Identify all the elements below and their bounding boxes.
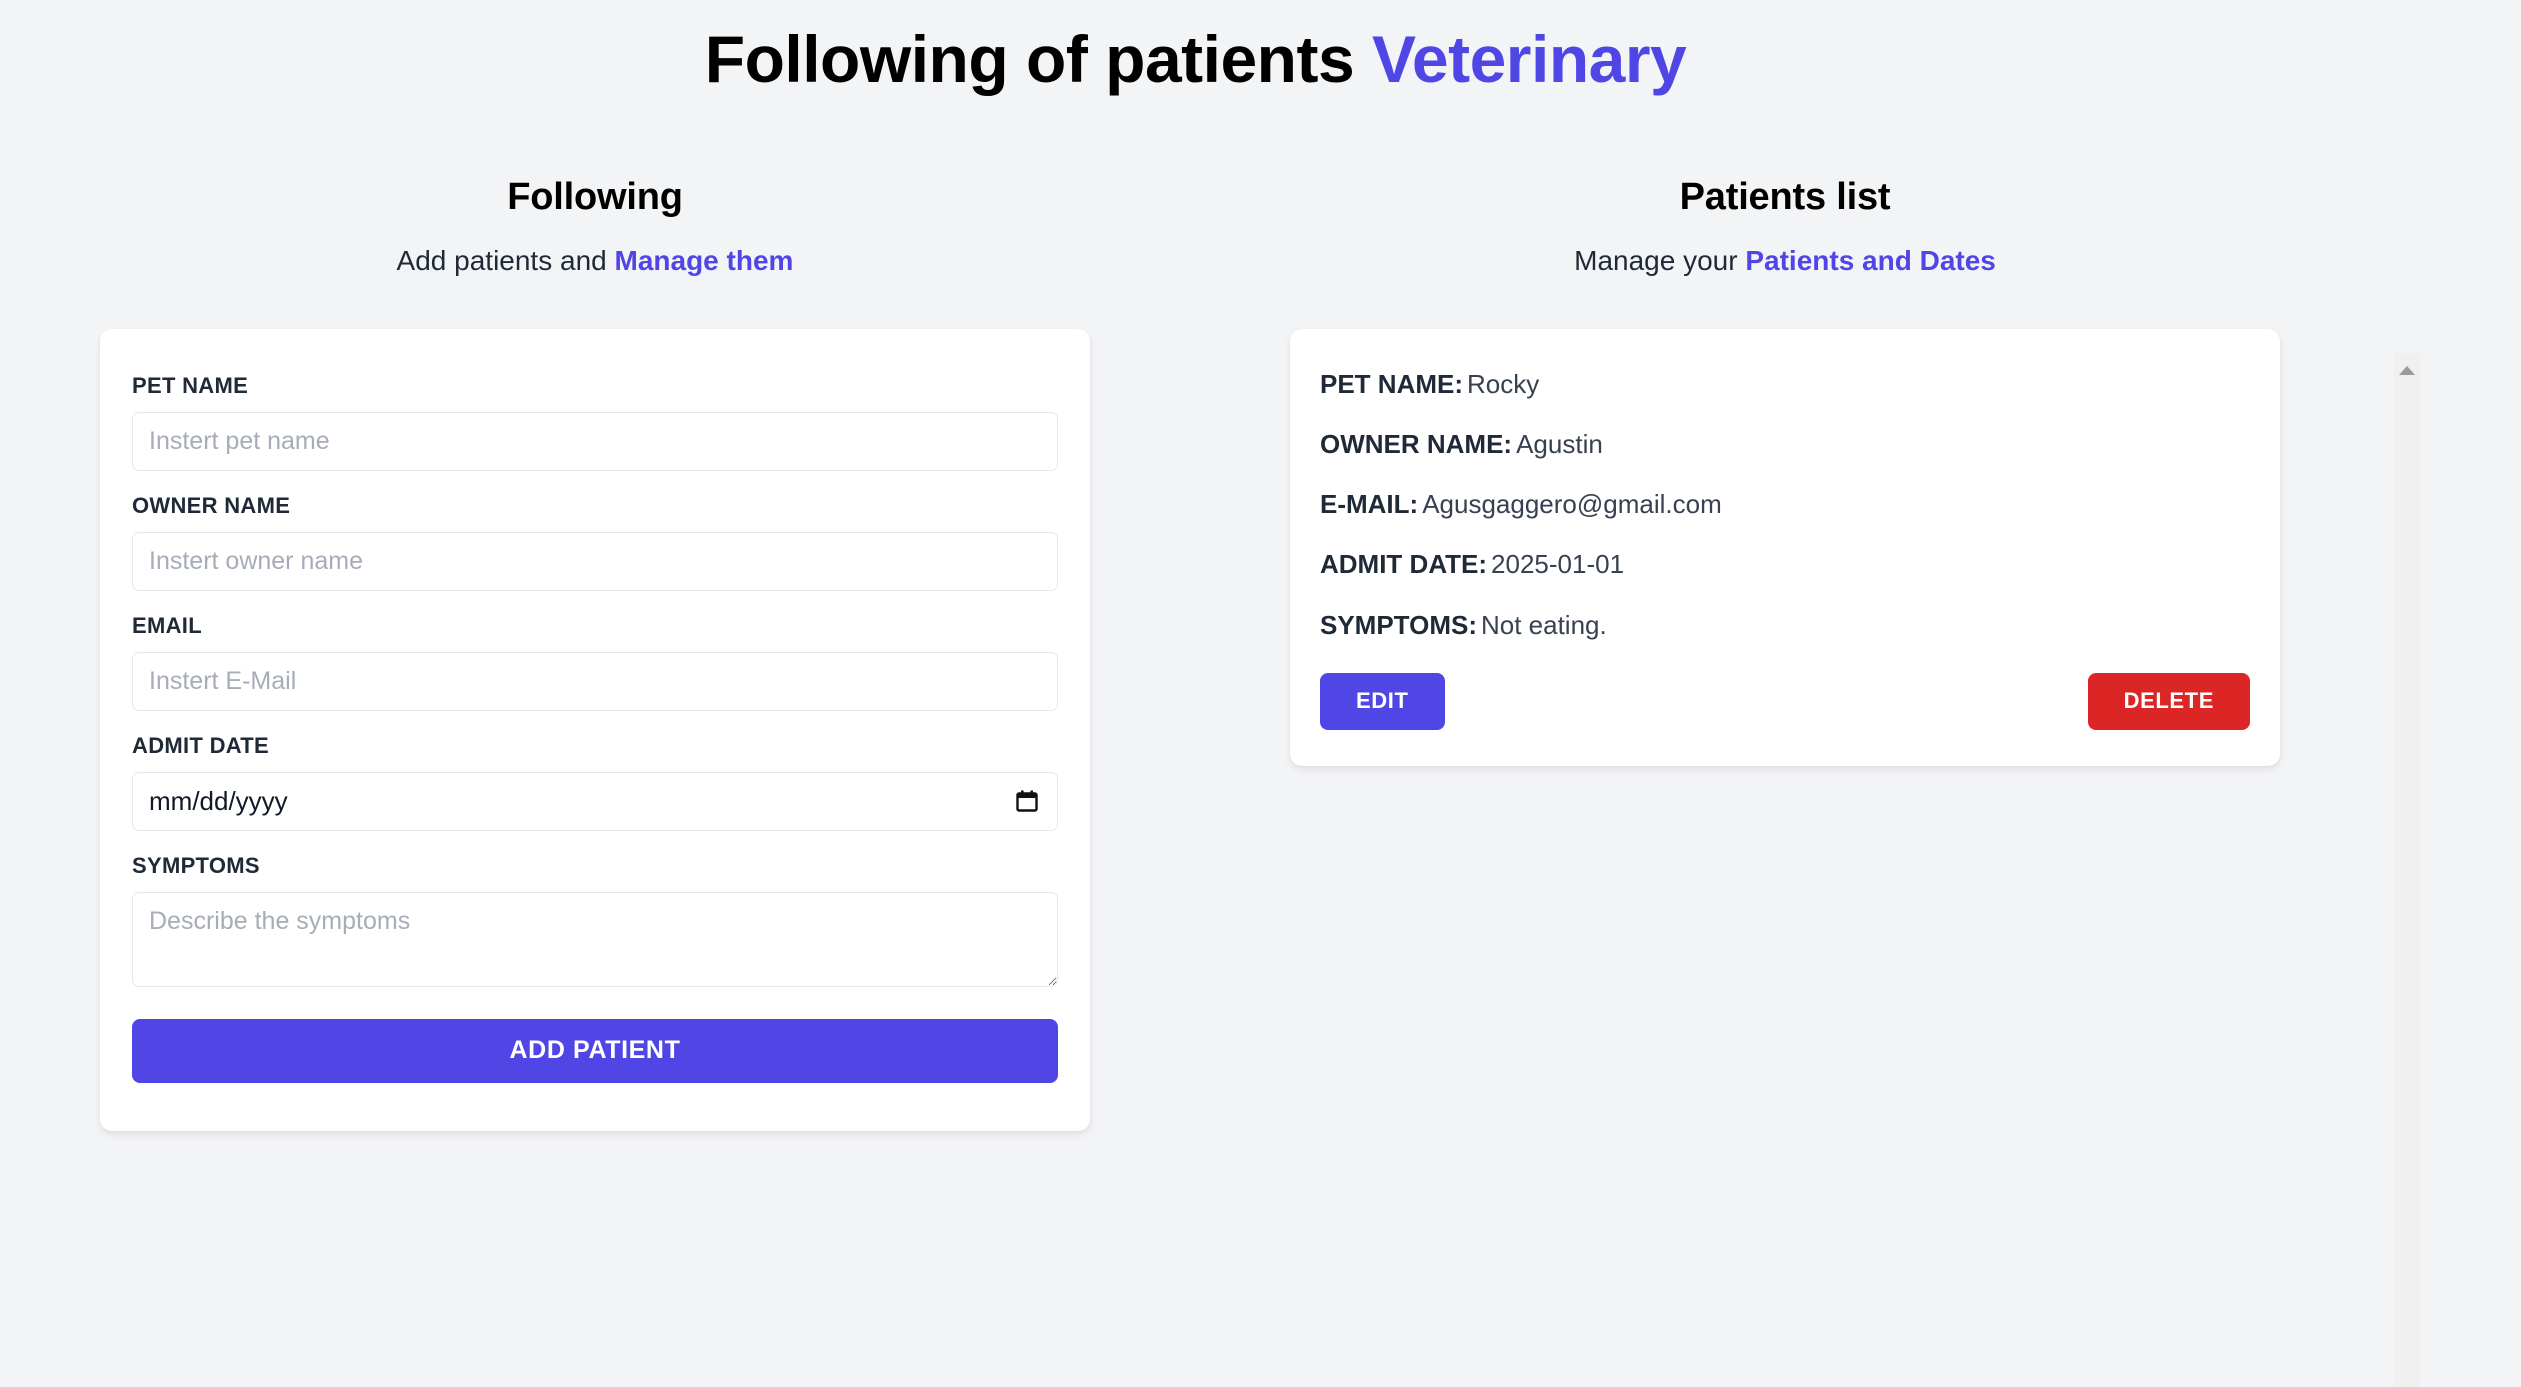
email-input[interactable] <box>132 651 1058 711</box>
email-label: EMAIL <box>132 612 202 638</box>
delete-patient-button[interactable]: DELETE <box>2087 672 2250 730</box>
owner-name-input[interactable] <box>132 531 1058 591</box>
patient-symptoms-row: SYMPTOMS: Not eating. <box>1320 610 2250 641</box>
following-subtitle: Add patients and Manage them <box>100 245 1090 277</box>
patient-admit-date-row: ADMIT DATE: 2025-01-01 <box>1320 549 2250 580</box>
add-patient-button[interactable]: ADD PATIENT <box>132 1018 1058 1083</box>
patient-owner-name-label: OWNER NAME: <box>1320 429 1513 460</box>
field-symptoms: SYMPTOMS <box>132 853 1058 987</box>
field-pet-name: PET NAME <box>132 373 1058 471</box>
admit-date-label: ADMIT DATE <box>132 732 270 758</box>
patients-list-column: Patients list Manage your Patients and D… <box>1190 176 2380 1131</box>
patient-symptoms-value: Not eating. <box>1480 609 1607 640</box>
patient-pet-name-row: PET NAME: Rocky <box>1320 369 2250 400</box>
patients-list-subtitle-accent: Patients and Dates <box>1745 244 1996 276</box>
pet-name-label: PET NAME <box>132 372 249 398</box>
field-owner-name: OWNER NAME <box>132 493 1058 591</box>
patient-card-actions: EDIT DELETE <box>1320 672 2250 730</box>
two-column-layout: Following Add patients and Manage them P… <box>0 176 2380 1131</box>
page-title-plain: Following of patients <box>704 22 1355 96</box>
patient-symptoms-label: SYMPTOMS: <box>1320 609 1477 640</box>
edit-patient-button[interactable]: EDIT <box>1320 672 1445 730</box>
patient-email-row: E-MAIL: Agusgaggero@gmail.com <box>1320 489 2250 520</box>
patient-email-label: E-MAIL: <box>1320 489 1419 520</box>
patient-email-value: Agusgaggero@gmail.com <box>1422 489 1722 520</box>
patient-pet-name-value: Rocky <box>1467 368 1540 399</box>
patients-list-heading: Patients list <box>1679 175 1891 218</box>
patient-pet-name-label: PET NAME: <box>1320 368 1463 399</box>
owner-name-label: OWNER NAME <box>132 492 291 518</box>
admit-date-input[interactable]: mm/dd/yyyy <box>132 771 1058 831</box>
field-admit-date: ADMIT DATE mm/dd/yyyy <box>132 733 1058 831</box>
following-heading: Following <box>507 175 683 218</box>
patients-list-subtitle-plain: Manage your <box>1574 244 1738 276</box>
patient-admit-date-value: 2025-01-01 <box>1491 549 1625 580</box>
following-subtitle-plain: Add patients and <box>396 244 607 276</box>
patient-admit-date-label: ADMIT DATE: <box>1320 549 1488 580</box>
page-scrollbar[interactable] <box>2394 353 2420 1387</box>
admit-date-input-wrapper: mm/dd/yyyy <box>132 771 1058 831</box>
symptoms-textarea[interactable] <box>132 891 1058 987</box>
page-title: Following of patients Veterinary <box>0 0 2391 98</box>
calendar-icon[interactable] <box>1016 790 1038 813</box>
patient-owner-name-value: Agustin <box>1516 429 1603 460</box>
following-column: Following Add patients and Manage them P… <box>0 176 1190 1131</box>
scroll-up-arrow-icon[interactable] <box>2399 366 2415 375</box>
patient-card: PET NAME: Rocky OWNER NAME: Agustin E-MAIL… <box>1290 328 2280 766</box>
pet-name-input[interactable] <box>132 411 1058 471</box>
symptoms-label: SYMPTOMS <box>132 852 260 878</box>
patients-list-subtitle: Manage your Patients and Dates <box>1290 245 2280 277</box>
field-email: EMAIL <box>132 613 1058 711</box>
page-title-accent: Veterinary <box>1372 22 1687 96</box>
following-subtitle-accent: Manage them <box>614 244 794 276</box>
patient-owner-name-row: OWNER NAME: Agustin <box>1320 429 2250 460</box>
patient-form-card: PET NAME OWNER NAME EMAIL ADMIT DATE mm/… <box>100 328 1090 1131</box>
